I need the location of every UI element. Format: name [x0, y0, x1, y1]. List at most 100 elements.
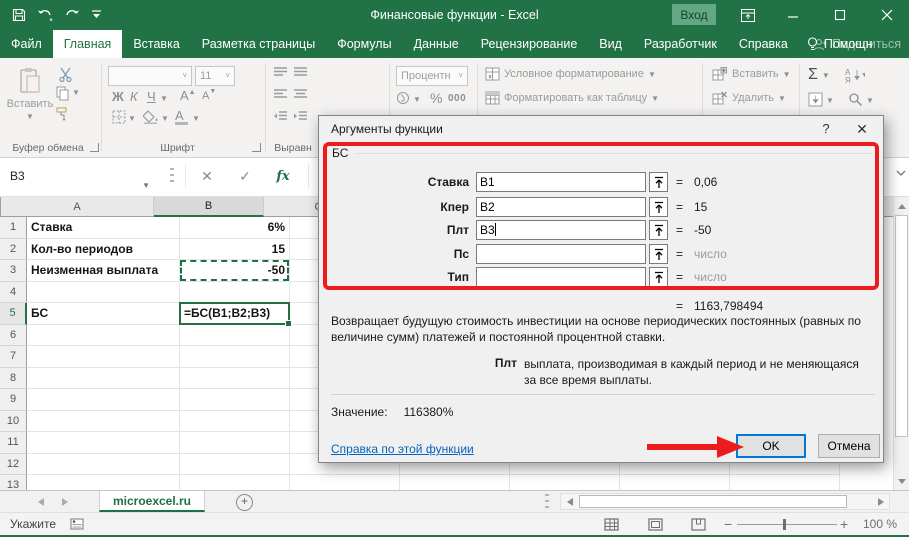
cell-D13[interactable]: [400, 475, 510, 490]
cell-G13[interactable]: [730, 475, 840, 490]
align-center-icon[interactable]: [294, 89, 307, 99]
row-header-10[interactable]: 10: [0, 411, 27, 433]
borders-icon[interactable]: [112, 110, 126, 124]
conditional-formatting-icon[interactable]: [485, 67, 500, 81]
collapse-dialog-icon[interactable]: [649, 172, 668, 192]
cell-A12[interactable]: [27, 454, 180, 476]
cell-A1[interactable]: Ставка: [27, 217, 180, 239]
zoom-slider-thumb[interactable]: [783, 519, 786, 530]
arg-input-stavka[interactable]: B1: [476, 172, 646, 192]
row-header-9[interactable]: 9: [0, 389, 27, 411]
tab-scroll-grip[interactable]: [545, 494, 549, 509]
new-sheet-button[interactable]: +: [236, 494, 253, 511]
insert-cells-button[interactable]: Вставить▼: [732, 68, 791, 80]
collapse-dialog-icon[interactable]: [649, 220, 668, 240]
ribbon-tab-2[interactable]: Разметка страницы: [191, 30, 326, 58]
ribbon-tab-1[interactable]: Вставка: [122, 30, 190, 58]
row-header-11[interactable]: 11: [0, 432, 27, 454]
ribbon-tab-8[interactable]: Справка: [728, 30, 799, 58]
cell-A5[interactable]: БС: [27, 303, 180, 325]
insert-function-icon[interactable]: fx: [266, 162, 300, 190]
cell-A11[interactable]: [27, 432, 180, 454]
cell-A8[interactable]: [27, 368, 180, 390]
format-as-table-button[interactable]: Форматировать как таблицу▼: [504, 92, 659, 104]
number-format-combo[interactable]: Процентн˅: [396, 66, 468, 86]
underline-dropdown-arrow[interactable]: ▼: [160, 94, 168, 103]
cell-A6[interactable]: [27, 325, 180, 347]
decrease-indent-icon[interactable]: [274, 111, 287, 121]
scroll-right-icon[interactable]: [872, 494, 889, 509]
paste-dropdown-arrow[interactable]: ▼: [6, 112, 54, 121]
font-color-dropdown-arrow[interactable]: ▼: [192, 114, 200, 123]
cell-B7[interactable]: [180, 346, 290, 368]
font-size-combo[interactable]: 11˅: [195, 66, 235, 86]
font-color-icon[interactable]: А: [175, 108, 188, 125]
bold-button[interactable]: Ж: [112, 89, 124, 104]
row-header-8[interactable]: 8: [0, 368, 27, 390]
ribbon-tab-6[interactable]: Вид: [588, 30, 633, 58]
function-help-link[interactable]: Справка по этой функции: [331, 442, 474, 456]
arg-input-tip[interactable]: [476, 267, 646, 287]
cell-F13[interactable]: [620, 475, 730, 490]
page-break-view-icon[interactable]: [691, 518, 706, 531]
share-button[interactable]: Поделиться: [813, 30, 901, 58]
percent-style-button[interactable]: %: [430, 90, 442, 106]
align-left-icon[interactable]: [274, 89, 287, 99]
zoom-slider[interactable]: [737, 524, 837, 525]
cell-B11[interactable]: [180, 432, 290, 454]
accounting-format-icon[interactable]: [396, 91, 412, 105]
shrink-font-button[interactable]: А▼: [202, 88, 216, 102]
confirm-entry-icon[interactable]: ✓: [228, 162, 262, 190]
fill-color-dropdown-arrow[interactable]: ▼: [161, 114, 169, 123]
collapse-dialog-icon[interactable]: [649, 197, 668, 217]
scroll-up-icon[interactable]: [894, 198, 909, 214]
sort-filter-icon[interactable]: АЯ▼: [845, 67, 865, 83]
arg-input-ps[interactable]: [476, 244, 646, 264]
horizontal-scroll-thumb[interactable]: [579, 495, 847, 508]
arg-input-plt[interactable]: B3: [476, 220, 646, 240]
row-header-3[interactable]: 3: [0, 260, 27, 282]
select-all-corner[interactable]: [0, 197, 1, 217]
name-box-dropdown-arrow[interactable]: ▼: [142, 172, 150, 200]
normal-view-icon[interactable]: [604, 518, 619, 531]
fill-color-icon[interactable]: [143, 110, 159, 124]
maximize-button[interactable]: [823, 0, 857, 30]
arg-input-kper[interactable]: B2: [476, 197, 646, 217]
ribbon-display-options-icon[interactable]: [731, 0, 765, 30]
cell-A4[interactable]: [27, 282, 180, 304]
cell-A2[interactable]: Кол-во периодов: [27, 239, 180, 261]
ribbon-tab-file[interactable]: Файл: [0, 30, 53, 58]
ribbon-tab-7[interactable]: Разработчик: [633, 30, 728, 58]
increase-indent-icon[interactable]: [294, 111, 307, 121]
align-top-icon[interactable]: [274, 67, 287, 77]
prev-sheet-icon[interactable]: [38, 498, 44, 506]
cell-A10[interactable]: [27, 411, 180, 433]
vertical-scrollbar[interactable]: [893, 197, 909, 490]
formula-bar-grip[interactable]: [170, 168, 174, 186]
ribbon-tab-3[interactable]: Формулы: [326, 30, 402, 58]
cancel-entry-icon[interactable]: ✕: [190, 162, 224, 190]
cut-icon[interactable]: [58, 67, 74, 82]
sign-in-button[interactable]: Вход: [672, 4, 716, 25]
cancel-button[interactable]: Отмена: [818, 434, 880, 458]
accounting-dropdown-arrow[interactable]: ▼: [413, 95, 421, 104]
delete-cells-icon[interactable]: [712, 91, 727, 105]
cell-B6[interactable]: [180, 325, 290, 347]
fill-down-icon[interactable]: [808, 92, 823, 107]
dialog-close-icon[interactable]: ✕: [849, 119, 875, 139]
ribbon-tab-4[interactable]: Данные: [403, 30, 470, 58]
conditional-formatting-button[interactable]: Условное форматирование▼: [504, 68, 656, 80]
cell-A13[interactable]: [27, 475, 180, 490]
cell-B10[interactable]: [180, 411, 290, 433]
collapse-dialog-icon[interactable]: [649, 244, 668, 264]
paste-button[interactable]: Вставить ▼: [6, 65, 54, 137]
row-header-4[interactable]: 4: [0, 282, 27, 304]
row-header-13[interactable]: 13: [0, 475, 27, 490]
cell-B9[interactable]: [180, 389, 290, 411]
row-header-1[interactable]: 1: [0, 217, 27, 239]
cell-B8[interactable]: [180, 368, 290, 390]
scroll-left-icon[interactable]: [561, 494, 578, 509]
close-button[interactable]: [870, 0, 904, 30]
format-as-table-icon[interactable]: [485, 91, 500, 105]
macro-record-icon[interactable]: [70, 518, 84, 530]
